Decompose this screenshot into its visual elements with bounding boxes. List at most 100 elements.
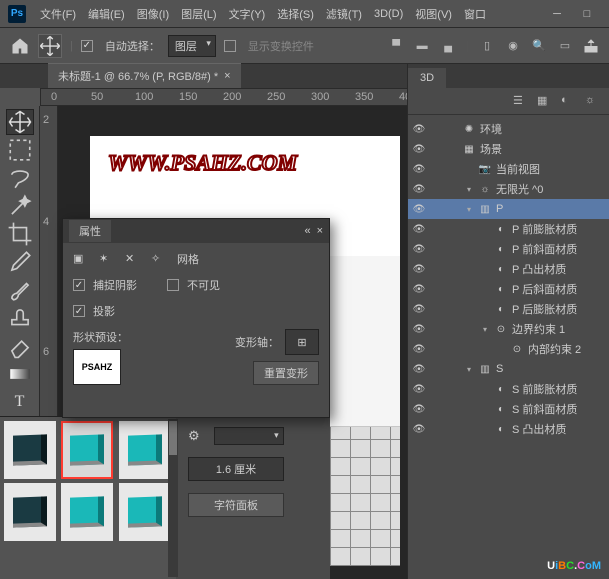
menu-image[interactable]: 图像(I) (131, 2, 175, 26)
tree-row[interactable]: 👁▾⊙边界约束 1 (408, 319, 609, 339)
visibility-eye-icon[interactable]: 👁 (412, 264, 426, 275)
tree-row[interactable]: 👁◐S 前斜面材质 (408, 399, 609, 419)
window-minimize[interactable]: ─ (543, 4, 571, 24)
visibility-eye-icon[interactable]: 👁 (412, 124, 426, 135)
window-maximize[interactable]: □ (573, 4, 601, 24)
visibility-eye-icon[interactable]: 👁 (412, 384, 426, 395)
search-icon[interactable]: 🔍 (531, 38, 547, 54)
menu-3d[interactable]: 3D(D) (368, 4, 409, 24)
tree-row[interactable]: 👁◐P 前膨胀材质 (408, 219, 609, 239)
crop-tool[interactable] (6, 221, 34, 247)
preset-thumb-1[interactable] (4, 421, 56, 479)
reset-deform-button[interactable]: 重置变形 (253, 361, 319, 385)
filter-light-icon[interactable]: ☼ (585, 94, 599, 108)
tree-row[interactable]: 👁▦场景 (408, 139, 609, 159)
extrude-depth-field[interactable]: 1.6 厘米 (188, 457, 284, 481)
3d-panel-tab[interactable]: 3D (408, 68, 446, 88)
tree-row[interactable]: 👁▾☼无限光 ^0 (408, 179, 609, 199)
visibility-eye-icon[interactable]: 👁 (412, 424, 426, 435)
lasso-tool[interactable] (6, 165, 34, 191)
tree-row[interactable]: 👁◐S 凸出材质 (408, 419, 609, 439)
tree-row[interactable]: 👁◐P 后斜面材质 (408, 279, 609, 299)
coord-mode-icon[interactable]: ✧ (151, 252, 167, 266)
wand-tool[interactable] (6, 193, 34, 219)
move-tool[interactable] (6, 109, 34, 135)
home-icon[interactable] (10, 36, 30, 56)
filter-scene-icon[interactable]: ☰ (513, 94, 527, 108)
preset-thumb-2[interactable] (61, 421, 113, 479)
gear-icon[interactable]: ⚙ (188, 428, 200, 444)
eraser-tool[interactable] (6, 333, 34, 359)
twisty-icon[interactable]: ▾ (464, 205, 474, 214)
menu-filter[interactable]: 滤镜(T) (320, 2, 368, 26)
cast-shadow-checkbox[interactable] (73, 305, 85, 317)
twisty-icon[interactable]: ▾ (480, 325, 490, 334)
stamp-tool[interactable] (6, 305, 34, 331)
visibility-eye-icon[interactable]: 👁 (412, 204, 426, 215)
visibility-eye-icon[interactable]: 👁 (412, 304, 426, 315)
auto-select-dropdown[interactable]: 图层 (168, 35, 216, 57)
visibility-eye-icon[interactable]: 👁 (412, 244, 426, 255)
visibility-eye-icon[interactable]: 👁 (412, 164, 426, 175)
preset-dropdown[interactable] (214, 427, 284, 445)
preset-thumb-6[interactable] (119, 483, 171, 541)
shelf-scrollbar[interactable] (168, 419, 178, 577)
tree-row[interactable]: 👁📷当前视图 (408, 159, 609, 179)
menu-layer[interactable]: 图层(L) (175, 2, 222, 26)
type-tool[interactable]: T (6, 389, 34, 415)
share-icon[interactable] (583, 38, 599, 54)
eyedropper-tool[interactable] (6, 249, 34, 275)
visibility-eye-icon[interactable]: 👁 (412, 224, 426, 235)
preset-thumb-3[interactable] (119, 421, 171, 479)
menu-text[interactable]: 文字(Y) (223, 2, 272, 26)
auto-select-checkbox[interactable] (81, 40, 93, 52)
collapse-icon[interactable]: « (304, 225, 310, 237)
menu-file[interactable]: 文件(F) (34, 2, 82, 26)
deform-mode-icon[interactable]: ✶ (99, 252, 115, 266)
arrange-icon[interactable]: ▭ (557, 38, 573, 54)
tree-row[interactable]: 👁▾▥P (408, 199, 609, 219)
char-panel-button[interactable]: 字符面板 (188, 493, 284, 517)
preset-thumb-4[interactable] (4, 483, 56, 541)
tree-row[interactable]: 👁◐P 前斜面材质 (408, 239, 609, 259)
capture-shadow-checkbox[interactable] (73, 279, 85, 291)
visibility-eye-icon[interactable]: 👁 (412, 144, 426, 155)
align-mid-icon[interactable]: ▬ (414, 38, 430, 54)
invisible-checkbox[interactable] (167, 279, 179, 291)
align-top-icon[interactable]: ▀ (388, 38, 404, 54)
visibility-eye-icon[interactable]: 👁 (412, 344, 426, 355)
3d-tree[interactable]: 👁✺环境👁▦场景👁📷当前视图👁▾☼无限光 ^0👁▾▥P👁◐P 前膨胀材质👁◐P … (408, 115, 609, 579)
tool-indicator-move[interactable] (38, 34, 62, 58)
properties-tab[interactable]: 属性 (69, 220, 111, 242)
menu-view[interactable]: 视图(V) (409, 2, 458, 26)
visibility-eye-icon[interactable]: 👁 (412, 284, 426, 295)
shape-preset-thumb[interactable]: PSAHZ (73, 349, 121, 385)
close-tab-icon[interactable]: × (224, 70, 230, 82)
deform-axis-grid[interactable]: ⊞ (285, 329, 319, 355)
distribute-icon[interactable]: ▯ (479, 38, 495, 54)
tree-row[interactable]: 👁◐P 后膨胀材质 (408, 299, 609, 319)
menu-select[interactable]: 选择(S) (271, 2, 320, 26)
marquee-tool[interactable] (6, 137, 34, 163)
filter-mesh-icon[interactable]: ▦ (537, 94, 551, 108)
tree-row[interactable]: 👁⊙内部约束 2 (408, 339, 609, 359)
close-icon[interactable]: × (317, 225, 323, 237)
3d-mode-icon[interactable]: ◉ (505, 38, 521, 54)
document-tab[interactable]: 未标题-1 @ 66.7% (P, RGB/8#) * × (48, 63, 241, 88)
visibility-eye-icon[interactable]: 👁 (412, 184, 426, 195)
cap-mode-icon[interactable]: ✕ (125, 252, 141, 266)
show-transform-checkbox[interactable] (224, 40, 236, 52)
visibility-eye-icon[interactable]: 👁 (412, 364, 426, 375)
align-bottom-icon[interactable]: ▄ (440, 38, 456, 54)
tree-row[interactable]: 👁✺环境 (408, 119, 609, 139)
tree-row[interactable]: 👁▾▥S (408, 359, 609, 379)
menu-edit[interactable]: 编辑(E) (82, 2, 131, 26)
tree-row[interactable]: 👁◐P 凸出材质 (408, 259, 609, 279)
menu-window[interactable]: 窗口 (458, 2, 492, 26)
preset-thumb-5[interactable] (61, 483, 113, 541)
gradient-tool[interactable] (6, 361, 34, 387)
twisty-icon[interactable]: ▾ (464, 365, 474, 374)
mesh-mode-icon[interactable]: ▣ (73, 252, 89, 266)
filter-material-icon[interactable]: ◐ (561, 94, 575, 108)
visibility-eye-icon[interactable]: 👁 (412, 324, 426, 335)
